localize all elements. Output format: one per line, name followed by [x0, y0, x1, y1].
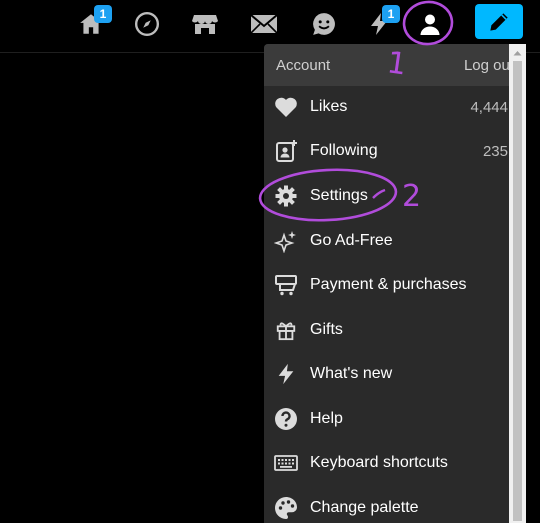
account-menu-header: Account Log out: [264, 44, 526, 86]
menu-scrollbar[interactable]: [509, 44, 526, 523]
menu-item-go-ad-free[interactable]: Go Ad-Free: [264, 221, 512, 261]
account-icon[interactable]: [415, 9, 445, 39]
menu-item-label: Gifts: [310, 321, 343, 338]
keyboard-icon: [274, 451, 298, 475]
menu-item-label: Change palette: [310, 499, 419, 516]
menu-item-whats-new[interactable]: What's new: [264, 354, 512, 394]
menu-item-likes[interactable]: Likes 4,444: [264, 87, 512, 127]
menu-item-label: What's new: [310, 365, 393, 382]
activity-badge: 1: [382, 5, 400, 23]
shop-icon[interactable]: [190, 9, 220, 39]
menu-item-change-palette[interactable]: Change palette: [264, 488, 512, 523]
heart-icon: [274, 95, 298, 119]
menu-item-following[interactable]: Following 235: [264, 131, 512, 171]
menu-item-gifts[interactable]: Gifts: [264, 310, 512, 350]
lightning-icon: [274, 362, 298, 386]
sparkle-icon: [274, 229, 298, 253]
palette-icon: [274, 496, 298, 520]
pencil-icon: [490, 12, 508, 31]
explore-icon[interactable]: [132, 9, 162, 39]
likes-count: 4,444: [470, 98, 508, 116]
following-count: 235: [482, 142, 508, 160]
menu-item-label: Following: [310, 142, 378, 159]
activity-icon[interactable]: 1: [364, 5, 400, 39]
gear-icon: [274, 184, 298, 208]
help-icon: [274, 407, 298, 431]
cart-icon: [274, 273, 298, 297]
menu-item-payment[interactable]: Payment & purchases: [264, 265, 512, 305]
scroll-up-arrow-icon[interactable]: [509, 44, 526, 61]
home-icon[interactable]: 1: [76, 5, 112, 39]
logout-link[interactable]: Log out: [464, 57, 514, 74]
menu-item-label: Payment & purchases: [310, 276, 467, 293]
menu-item-label: Settings: [310, 187, 368, 204]
account-dropdown-menu: Account Log out Likes 4,444 Following 23…: [264, 44, 526, 523]
compose-button[interactable]: [475, 4, 523, 39]
menu-item-help[interactable]: Help: [264, 399, 512, 439]
menu-item-label: Go Ad-Free: [310, 232, 393, 249]
account-menu-title: Account: [276, 56, 331, 74]
following-icon: [274, 139, 298, 163]
mail-icon[interactable]: [249, 9, 279, 39]
menu-item-label: Help: [310, 410, 343, 427]
chat-icon[interactable]: [309, 9, 339, 39]
menu-item-keyboard-shortcuts[interactable]: Keyboard shortcuts: [264, 443, 512, 483]
menu-item-label: Likes: [310, 98, 348, 115]
scrollbar-thumb[interactable]: [513, 61, 522, 521]
menu-item-settings[interactable]: Settings: [264, 176, 512, 216]
menu-item-label: Keyboard shortcuts: [310, 454, 448, 471]
home-badge: 1: [94, 5, 112, 23]
gift-icon: [274, 318, 298, 342]
